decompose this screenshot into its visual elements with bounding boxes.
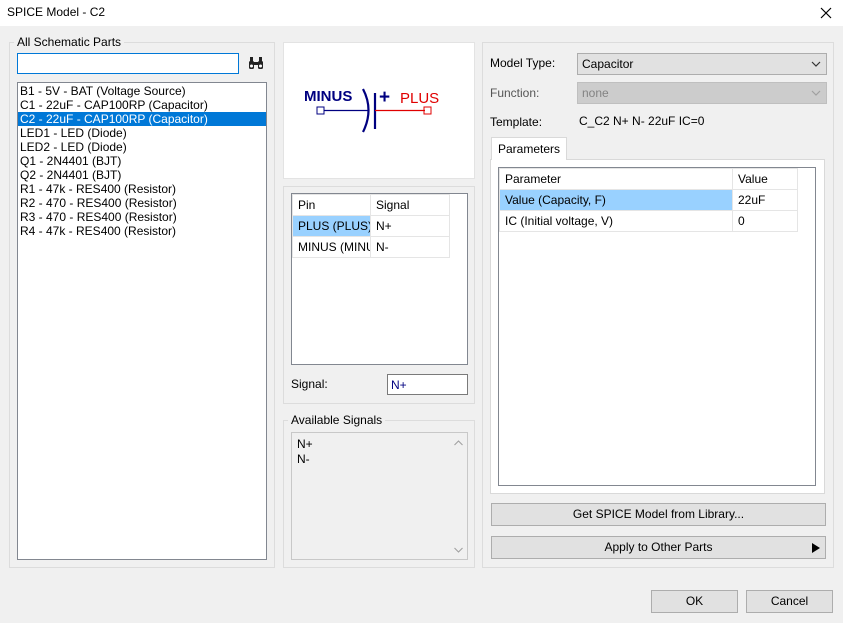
binoculars-icon [249, 57, 263, 69]
apply-to-other-parts-label: Apply to Other Parts [604, 540, 713, 554]
close-icon [820, 7, 831, 19]
apply-to-other-parts-button[interactable]: Apply to Other Parts [491, 536, 826, 559]
function-select[interactable]: none [577, 82, 827, 104]
cancel-label: Cancel [770, 594, 809, 608]
list-item[interactable]: R3 - 470 - RES400 (Resistor) [18, 210, 266, 224]
scroll-down-icon [454, 547, 463, 553]
capacitor-symbol: MINUS + PLUS [304, 87, 439, 133]
table-row[interactable]: PLUS (PLUS) N+ [292, 215, 450, 237]
value-column-header[interactable]: Value [732, 168, 798, 190]
close-button[interactable] [808, 1, 843, 25]
tab-parameters-label: Parameters [498, 142, 561, 156]
cancel-button[interactable]: Cancel [746, 590, 833, 613]
parameter-column-header[interactable]: Parameter [499, 168, 733, 190]
parameter-value-cell[interactable]: 22uF [732, 189, 798, 211]
table-row[interactable]: IC (Initial voltage, V) 0 [499, 210, 798, 232]
scroll-up-icon [454, 440, 463, 446]
signals-scrollbar[interactable] [450, 433, 467, 559]
list-item[interactable]: LED2 - LED (Diode) [18, 140, 266, 154]
minus-pin-label: MINUS [304, 88, 352, 105]
list-item[interactable]: C2 - 22uF - CAP100RP (Capacitor) [18, 112, 266, 126]
model-type-select[interactable]: Capacitor [577, 53, 827, 75]
signal-column-header[interactable]: Signal [370, 194, 450, 216]
title-bar [0, 0, 843, 26]
all-parts-label: All Schematic Parts [14, 35, 125, 49]
ok-button[interactable]: OK [651, 590, 738, 613]
ok-label: OK [685, 594, 704, 608]
window-title: SPICE Model - C2 [7, 5, 106, 19]
list-item[interactable]: LED1 - LED (Diode) [18, 126, 266, 140]
pin-cell[interactable]: PLUS (PLUS) [292, 215, 371, 237]
list-item[interactable]: Q1 - 2N4401 (BJT) [18, 154, 266, 168]
parameter-value-cell[interactable]: 0 [732, 210, 798, 232]
function-value: none [582, 86, 609, 100]
chevron-down-icon [811, 90, 821, 96]
chevron-down-icon [811, 61, 821, 67]
table-row[interactable]: MINUS (MINUS) N- [292, 236, 450, 258]
parts-search-input[interactable] [17, 53, 239, 74]
arrow-right-icon [812, 543, 820, 553]
list-item[interactable]: R4 - 47k - RES400 (Resistor) [18, 224, 266, 238]
table-row[interactable]: Value (Capacity, F) 22uF [499, 189, 798, 211]
pin-column-header[interactable]: Pin [292, 194, 371, 216]
template-label: Template: [490, 115, 543, 129]
find-button[interactable] [245, 53, 267, 73]
signal-cell[interactable]: N+ [370, 215, 450, 237]
parameter-name-cell[interactable]: Value (Capacity, F) [499, 189, 733, 211]
list-item[interactable]: N+ [297, 437, 313, 451]
parameters-grid[interactable]: Parameter Value Value (Capacity, F) 22uF… [498, 167, 816, 486]
parts-list[interactable]: B1 - 5V - BAT (Voltage Source) C1 - 22uF … [17, 82, 267, 560]
list-item[interactable]: N- [297, 452, 310, 466]
plus-pin-terminal [423, 106, 432, 115]
available-signals-label: Available Signals [288, 413, 386, 427]
tab-parameters[interactable]: Parameters [491, 137, 567, 160]
available-signals-list[interactable]: N+ N- [291, 432, 468, 560]
plus-pin-label: PLUS [400, 90, 439, 107]
list-item[interactable]: B1 - 5V - BAT (Voltage Source) [18, 84, 266, 98]
model-type-value: Capacitor [582, 57, 634, 71]
symbol-preview: MINUS + PLUS [283, 42, 475, 179]
signal-cell[interactable]: N- [370, 236, 450, 258]
minus-pin-terminal [316, 106, 325, 115]
function-label: Function: [490, 86, 540, 100]
parameter-name-cell[interactable]: IC (Initial voltage, V) [499, 210, 733, 232]
list-item[interactable]: R1 - 47k - RES400 (Resistor) [18, 182, 266, 196]
list-item[interactable]: Q2 - 2N4401 (BJT) [18, 168, 266, 182]
get-spice-model-button[interactable]: Get SPICE Model from Library... [491, 503, 826, 526]
list-item[interactable]: C1 - 22uF - CAP100RP (Capacitor) [18, 98, 266, 112]
template-value: C_C2 N+ N- 22uF IC=0 [579, 114, 705, 128]
signal-label: Signal: [291, 377, 328, 391]
list-item[interactable]: R2 - 470 - RES400 (Resistor) [18, 196, 266, 210]
get-spice-model-label: Get SPICE Model from Library... [572, 507, 745, 521]
pins-grid[interactable]: Pin Signal PLUS (PLUS) N+ MINUS (MINUS) … [291, 193, 468, 365]
model-type-label: Model Type: [490, 56, 556, 70]
signal-input[interactable] [387, 374, 468, 395]
plus-sign: + [379, 87, 390, 108]
pin-cell[interactable]: MINUS (MINUS) [292, 236, 371, 258]
